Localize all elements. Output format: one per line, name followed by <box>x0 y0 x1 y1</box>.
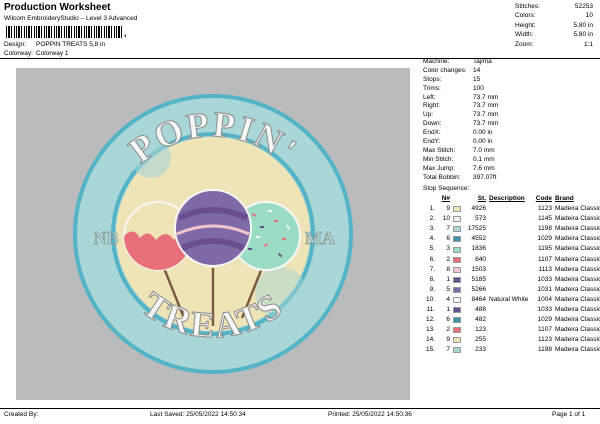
stop-sequence-row: 13.21231107Madeira Classic 40 <box>425 326 600 334</box>
color-swatch <box>453 256 461 263</box>
stop-sequence-row: 6.28401107Madeira Classic 40 <box>429 255 600 263</box>
info-row: EndX: 0.00 in <box>423 129 493 137</box>
color-swatch <box>453 337 461 344</box>
colorway-label: Colorway: <box>4 50 33 57</box>
worksheet-title: Production Worksheet <box>4 2 111 13</box>
stop-sequence-row: 11.14881033Madeira Classic 40 <box>426 306 600 314</box>
color-swatch <box>453 216 461 223</box>
stat-stitches: Stitches: 52253 <box>515 3 593 10</box>
color-swatch <box>453 226 461 233</box>
stop-sequence-row: 14.92551123Madeira Classic 40 <box>425 336 600 344</box>
stop-sequence-row: 7.815031113Madeira Classic 40 <box>429 265 600 273</box>
stat-zoom: Zoom: 1:1 <box>515 40 593 48</box>
color-swatch <box>453 276 461 283</box>
stop-sequence-row: 9.552661031Madeira Classic 40 <box>429 285 600 293</box>
stop-sequence-row: 2.105731145Madeira Classic 40 <box>429 215 600 223</box>
color-swatch <box>453 347 461 354</box>
stop-sequence-row: 8.151851033Madeira Classic 40 <box>429 275 600 283</box>
info-row: Right: 73.7 mm <box>423 102 499 110</box>
footer-page: Page 1 of 1 <box>552 411 586 418</box>
info-row: Min Stitch: 0.1 mm <box>423 155 495 163</box>
stop-sequence-table: N# St. Description Code Brand 1. 9 4926 112… <box>423 194 600 356</box>
header-divider <box>0 58 600 59</box>
stat-width: Width: 5.80 in <box>515 31 593 39</box>
footer-divider <box>0 408 600 409</box>
color-swatch <box>453 236 461 243</box>
info-row: Stops: 15 <box>423 75 481 83</box>
stop-sequence-row: 3.7175251198Madeira Classic 40 <box>429 225 600 233</box>
color-swatch <box>453 317 461 324</box>
info-row: Max Stitch: 7.0 mm <box>423 146 495 154</box>
info-row: Down: 73.7 mm <box>423 120 499 128</box>
design-row: Design: POPPIN TREATS 5,8 in <box>4 41 105 48</box>
info-row: Trims: 100 <box>423 84 484 92</box>
footer-created: Created By: <box>4 411 39 418</box>
info-row: Machine: Tajima <box>423 58 492 65</box>
barcode <box>6 26 124 38</box>
stop-sequence-header: N# St. Description Code Brand <box>441 195 574 202</box>
patch-artwork: POPPIN' TREATS NB MA <box>73 94 353 374</box>
design-preview: POPPIN' TREATS NB MA <box>16 68 410 400</box>
app-subtitle: Wilcom EmbroideryStudio – Level 3 Advanc… <box>4 15 138 22</box>
cakepop-center <box>174 189 252 267</box>
patch-left-text: NB <box>93 228 118 248</box>
stop-sequence-row: 1.949261123Madeira Classic 40 <box>429 205 600 213</box>
footer-saved: Last Saved: 25/05/2022 14:50:34 <box>150 411 246 418</box>
color-swatch <box>453 246 461 253</box>
stat-colors: Colors: 10 <box>515 12 593 20</box>
machine-info: Machine: Tajima Color changes: 14 Stops: 15 Tr… <box>423 58 498 182</box>
stop-sequence-title: Stop Sequence: <box>423 185 470 192</box>
stat-height: Height: 5.80 in <box>515 21 593 29</box>
stop-sequence-row: 5.318361195Madeira Classic 40 <box>429 245 600 253</box>
stop-sequence-row: 10. 4 8464 Natural White 1004 Madeira Classic… <box>425 295 600 303</box>
barcode-tail: , <box>124 28 127 38</box>
color-swatch <box>453 296 461 303</box>
color-swatch <box>453 286 461 293</box>
info-row: EndY: 0.00 in <box>423 138 493 146</box>
info-row: Color changes: 14 <box>423 66 481 74</box>
design-stats: Stitches: 52253 Colors: 10 Height: 5.80 in … <box>515 2 593 49</box>
stop-sequence-row: 15.72331198Madeira Classic 40 <box>425 346 600 354</box>
stop-sequence-row: 4.645521029Madeira Classic 40 <box>429 235 600 243</box>
color-swatch <box>453 327 461 334</box>
color-swatch <box>453 206 461 213</box>
color-swatch <box>453 307 461 314</box>
info-row: Total Bobbin: 397.07ft <box>423 173 497 181</box>
design-label: Design: <box>4 41 27 48</box>
info-row: Max Jump: 7.6 mm <box>423 164 495 172</box>
colorway-value: Colorway 1 <box>36 50 69 57</box>
info-row: Left: 73.7 mm <box>423 93 499 101</box>
footer-printed: Printed: 25/05/2022 14:50:36 <box>328 411 412 418</box>
colorway-row: Colorway: Colorway 1 <box>4 50 69 57</box>
info-row: Up: 73.7 mm <box>423 111 499 119</box>
color-swatch <box>453 266 461 273</box>
stop-sequence-row: 12.64821029Madeira Classic 40 <box>425 316 600 324</box>
patch-right-text: MA <box>305 228 335 248</box>
design-value: POPPIN TREATS 5,8 in <box>36 41 106 48</box>
